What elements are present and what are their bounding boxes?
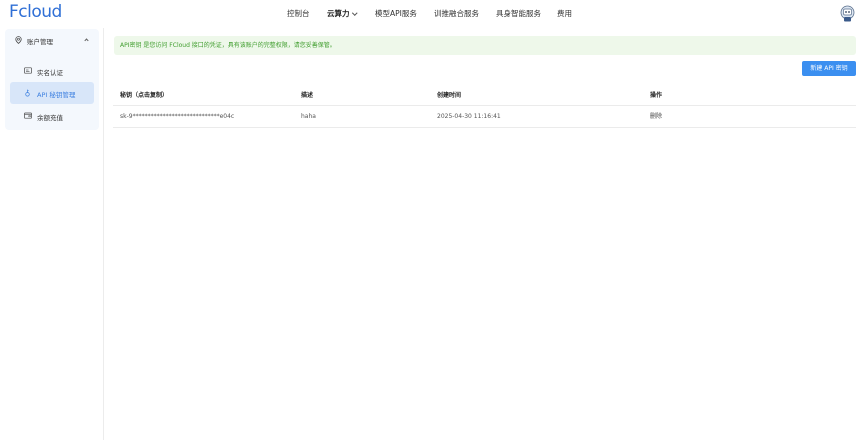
column-header-actions: 操作 bbox=[650, 92, 663, 99]
column-header-description: 描述 bbox=[301, 92, 314, 99]
api-key-description: haha bbox=[301, 113, 316, 120]
sidebar-group-label: 账户管理 bbox=[27, 38, 53, 46]
api-key-value[interactable]: sk-9*****************************e04c bbox=[120, 106, 234, 128]
nav-cloud-compute-label: 云算力 bbox=[327, 9, 350, 18]
nav-embodied-ai[interactable]: 具身智能服务 bbox=[496, 0, 541, 28]
sidebar-item-label: 余额充值 bbox=[37, 114, 63, 122]
brand-logo[interactable]: Fcloud bbox=[9, 2, 62, 22]
column-header-key: 秘钥（点击复制） bbox=[120, 92, 169, 99]
sidebar-item-label: API 秘钥管理 bbox=[37, 91, 76, 99]
wallet-icon bbox=[24, 112, 32, 119]
sidebar-group-account[interactable]: 账户管理 bbox=[5, 29, 99, 51]
nav-model-api[interactable]: 模型API服务 bbox=[375, 0, 417, 28]
sidebar-item-label: 实名认证 bbox=[37, 69, 63, 77]
id-card-icon bbox=[24, 67, 32, 74]
chevron-up-icon bbox=[84, 38, 89, 43]
new-api-key-button[interactable]: 新建 API 密钥 bbox=[802, 61, 856, 76]
sidebar-item-recharge[interactable]: 余额充值 bbox=[10, 105, 94, 127]
api-key-created-time: 2025-04-30 11:16:41 bbox=[437, 113, 501, 120]
sidebar: 账户管理 实名认证 API 秘钥管理 余额充值 bbox=[0, 28, 104, 440]
api-key-notice: API密钥 是您访问 FCloud 接口的凭证，具有该账户的完整权限，请您妥善保… bbox=[114, 36, 856, 55]
nav-console[interactable]: 控制台 bbox=[287, 0, 310, 28]
nav-billing[interactable]: 费用 bbox=[557, 0, 572, 28]
sidebar-item-api-keys[interactable]: API 秘钥管理 bbox=[10, 82, 94, 104]
key-icon bbox=[25, 89, 30, 97]
sidebar-account-section: 账户管理 实名认证 API 秘钥管理 余额充值 bbox=[5, 29, 99, 130]
top-header: Fcloud 控制台 云算力 模型API服务 训推融合服务 具身智能服务 费用 bbox=[0, 0, 865, 28]
delete-key-button[interactable]: 删除 bbox=[650, 106, 662, 128]
location-pin-icon bbox=[15, 36, 22, 44]
api-keys-table: 秘钥（点击复制） 描述 创建时间 操作 sk-9****************… bbox=[113, 86, 856, 128]
column-header-created: 创建时间 bbox=[437, 92, 462, 99]
chevron-down-icon bbox=[351, 10, 357, 16]
nav-train-infer[interactable]: 训推融合服务 bbox=[434, 0, 479, 28]
table-row: sk-9*****************************e04c ha… bbox=[113, 106, 856, 128]
table-header-row: 秘钥（点击复制） 描述 创建时间 操作 bbox=[113, 86, 856, 106]
nav-cloud-compute[interactable]: 云算力 bbox=[327, 0, 357, 28]
sidebar-item-realname[interactable]: 实名认证 bbox=[10, 60, 94, 82]
user-avatar-icon[interactable] bbox=[840, 5, 855, 22]
